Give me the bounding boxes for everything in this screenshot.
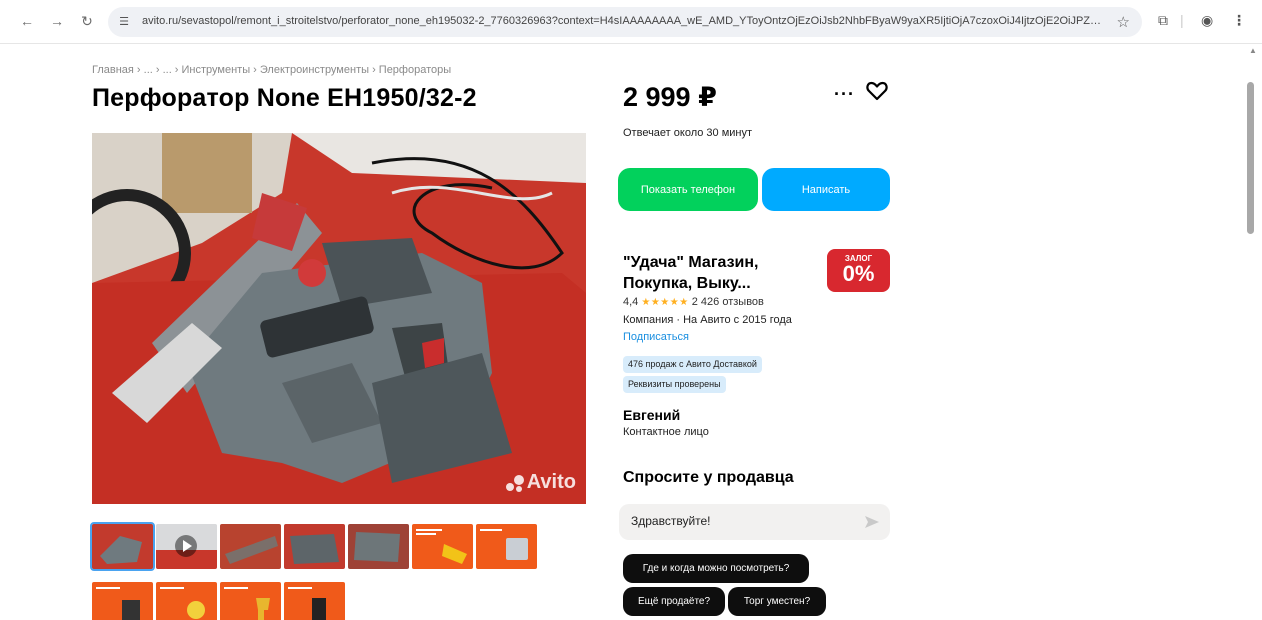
url-text: avito.ru/sevastopol/remont_i_stroitelstv… xyxy=(142,15,1102,27)
favorite-heart-icon[interactable] xyxy=(866,81,888,101)
page-title: Перфоратор None EH1950/32-2 xyxy=(92,84,477,112)
thumbnail-3[interactable] xyxy=(220,524,281,569)
thumbnail-promo-3[interactable] xyxy=(92,582,153,620)
company-info: Компания · На Авито с 2015 года xyxy=(623,314,792,326)
reviews-count[interactable]: 2 426 отзывов xyxy=(692,296,764,308)
thumbnail-promo-6[interactable] xyxy=(284,582,345,620)
thumbnail-5[interactable] xyxy=(348,524,409,569)
page-scrollbar[interactable]: ▲ xyxy=(1244,44,1262,620)
watermark-text: Avito xyxy=(526,471,576,493)
thumbnail-4[interactable] xyxy=(284,524,345,569)
quick-question-button[interactable]: Где и когда можно посмотреть? xyxy=(623,554,809,583)
address-bar[interactable]: ☰ avito.ru/sevastopol/remont_i_stroitels… xyxy=(108,7,1142,37)
scrollbar-thumb[interactable] xyxy=(1247,82,1254,234)
verified-chip: Реквизиты проверены xyxy=(623,376,726,393)
show-phone-button[interactable]: Показать телефон xyxy=(618,168,758,211)
deposit-badge: ЗАЛОГ 0% xyxy=(827,249,890,292)
send-icon[interactable] xyxy=(864,514,880,530)
rating-stars-icon: ★★★★★ xyxy=(641,297,689,308)
menu-icon[interactable]: ⋮ xyxy=(1232,12,1246,29)
drill-photo-illustration xyxy=(92,133,586,504)
thumbnail-promo-5[interactable] xyxy=(220,582,281,620)
rating-value: 4,4 xyxy=(623,296,639,308)
seller-name[interactable]: "Удача" Магазин, Покупка, Выку... xyxy=(623,252,813,294)
forward-icon[interactable]: → xyxy=(48,12,66,30)
price: 2 999 ₽ xyxy=(623,82,717,112)
thumbnail-1[interactable] xyxy=(90,522,155,571)
quick-question-button[interactable]: Ещё продаёте? xyxy=(623,587,725,616)
quick-question-button[interactable]: Торг уместен? xyxy=(728,587,826,616)
toolbar-divider: | xyxy=(1180,12,1184,28)
avito-watermark: Avito xyxy=(505,471,576,494)
sales-chip: 476 продаж с Авито Доставкой xyxy=(623,356,762,373)
message-field[interactable] xyxy=(619,504,890,540)
thumbnail-promo-1[interactable] xyxy=(412,524,473,569)
reload-icon[interactable]: ↻ xyxy=(78,12,96,30)
extensions-icon[interactable]: ⧉ xyxy=(1158,12,1168,29)
more-options-icon[interactable]: ··· xyxy=(834,84,855,105)
main-photo[interactable]: Avito xyxy=(92,133,586,504)
browser-toolbar: ← → ↻ ☰ avito.ru/sevastopol/remont_i_str… xyxy=(0,0,1262,44)
thumbnail-promo-2[interactable] xyxy=(476,524,537,569)
avito-logo-icon xyxy=(505,474,524,492)
thumbnail-video[interactable] xyxy=(156,524,217,569)
profile-icon[interactable]: ◉ xyxy=(1201,12,1213,29)
bookmark-star-icon[interactable]: ☆ xyxy=(1117,13,1130,31)
ask-seller-title: Спросите у продавца xyxy=(623,469,794,486)
write-message-button[interactable]: Написать xyxy=(762,168,890,211)
back-icon[interactable]: ← xyxy=(18,12,36,30)
reply-time: Отвечает около 30 минут xyxy=(623,127,753,139)
site-settings-icon[interactable]: ☰ xyxy=(116,14,132,30)
message-input[interactable] xyxy=(631,514,851,528)
deposit-badge-value: 0% xyxy=(842,261,875,286)
thumbnail-promo-4[interactable] xyxy=(156,582,217,620)
seller-rating[interactable]: 4,4 ★★★★★ 2 426 отзывов xyxy=(623,296,764,308)
contact-role: Контактное лицо xyxy=(623,426,709,438)
scroll-up-arrow-icon[interactable]: ▲ xyxy=(1249,46,1257,55)
subscribe-link[interactable]: Подписаться xyxy=(623,331,689,343)
breadcrumb[interactable]: Главная › ... › ... › Инструменты › Элек… xyxy=(92,64,451,76)
contact-name: Евгений xyxy=(623,407,681,423)
